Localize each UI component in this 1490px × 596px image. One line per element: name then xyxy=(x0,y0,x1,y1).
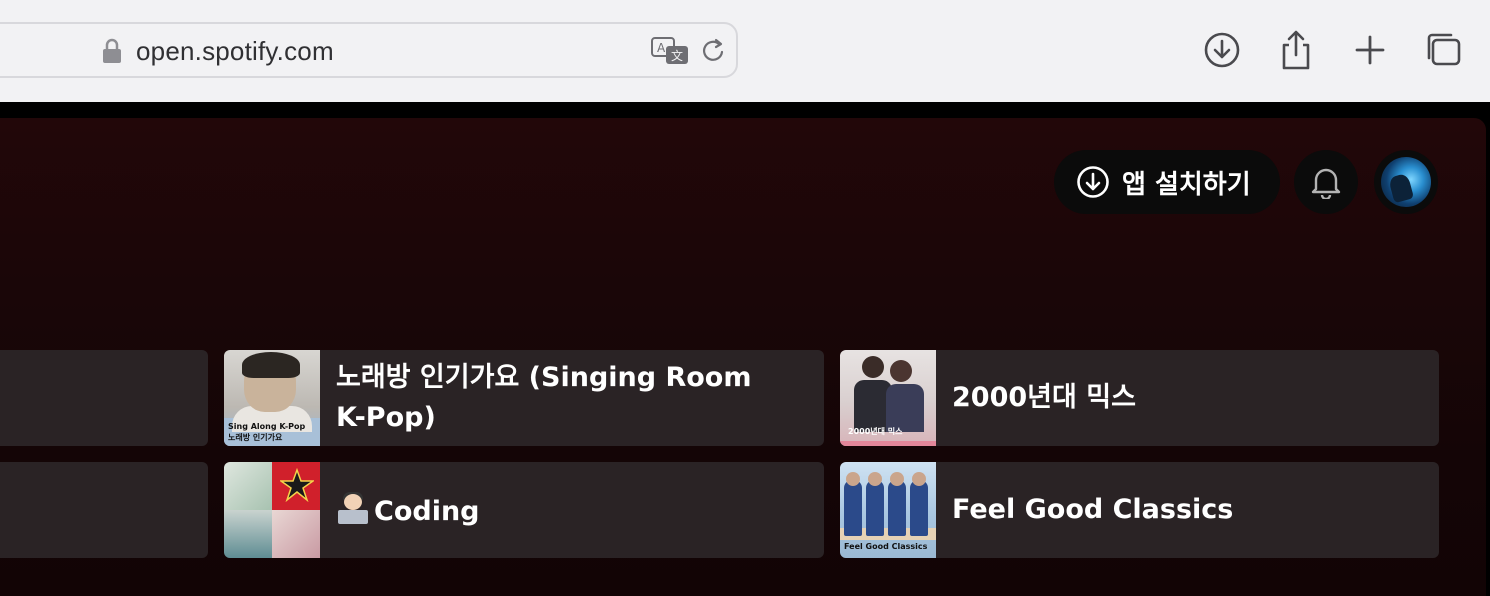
shortcut-card-partial-1[interactable] xyxy=(0,350,208,446)
bell-icon xyxy=(1311,168,1341,199)
avatar xyxy=(1381,157,1431,207)
shortcut-card-feel-good-classics[interactable]: Feel Good Classics Feel Good Classics xyxy=(840,462,1439,558)
share-icon xyxy=(1282,30,1310,70)
shortcut-card-2000s-mix[interactable]: 2000년대 믹스 2000년대 믹스 xyxy=(840,350,1439,446)
url-text[interactable]: open.spotify.com xyxy=(136,36,334,67)
laptop-person-icon xyxy=(336,492,370,526)
translate-icon[interactable]: A 文 xyxy=(650,36,690,66)
card-title: Coding xyxy=(336,492,480,532)
svg-text:A: A xyxy=(657,41,666,55)
card-title: Feel Good Classics xyxy=(952,494,1234,525)
plus-icon xyxy=(1355,35,1385,65)
playlist-cover xyxy=(224,462,320,558)
svg-text:文: 文 xyxy=(671,48,683,63)
playlist-cover: Feel Good Classics xyxy=(840,462,936,558)
install-app-button[interactable]: 앱 설치하기 xyxy=(1054,150,1280,214)
new-tab-button[interactable] xyxy=(1350,28,1390,72)
lock-icon xyxy=(103,38,121,63)
card-title: 노래방 인기가요 (Singing Room K-Pop) xyxy=(336,362,752,433)
card-title: 2000년대 믹스 xyxy=(952,382,1136,413)
reload-icon[interactable] xyxy=(700,36,728,66)
share-button[interactable] xyxy=(1276,28,1316,72)
profile-button[interactable] xyxy=(1374,150,1438,214)
install-app-label: 앱 설치하기 xyxy=(1122,169,1251,200)
playlist-cover: 2000년대 믹스 xyxy=(840,350,936,446)
download-icon xyxy=(1204,32,1240,68)
shortcut-card-coding[interactable]: Coding xyxy=(224,462,824,558)
download-circle-icon xyxy=(1077,166,1109,198)
downloads-button[interactable] xyxy=(1202,28,1242,72)
tabs-icon xyxy=(1427,33,1461,66)
tab-overview-button[interactable] xyxy=(1424,28,1464,72)
browser-toolbar: open.spotify.com A 文 xyxy=(0,0,1490,102)
shortcut-card-partial-2[interactable] xyxy=(0,462,208,558)
playlist-cover: Sing Along K-Pop 노래방 인기가요 xyxy=(224,350,320,446)
notifications-button[interactable] xyxy=(1294,150,1358,214)
shortcut-card-singing-room[interactable]: Sing Along K-Pop 노래방 인기가요 노래방 인기가요 (Sing… xyxy=(224,350,824,446)
